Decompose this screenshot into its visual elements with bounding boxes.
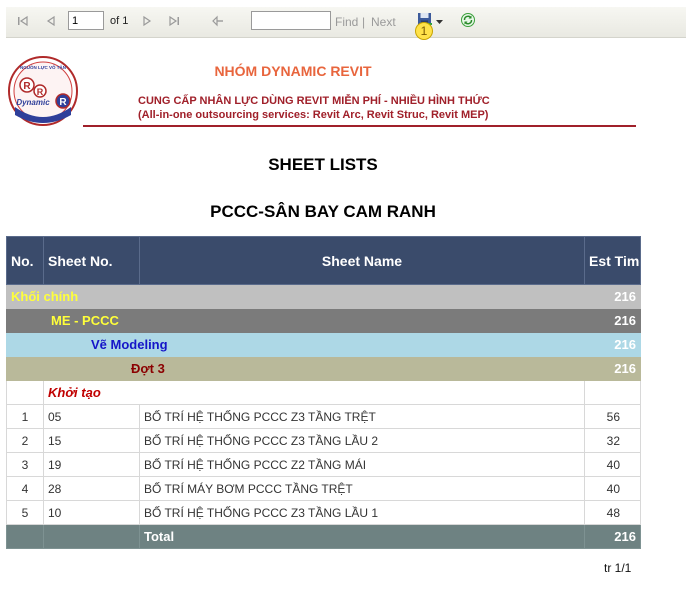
company-name: NHÓM DYNAMIC REVIT bbox=[214, 63, 372, 79]
group-row-level2: ME - PCCC 216 bbox=[6, 308, 641, 333]
company-tagline: CUNG CẤP NHÂN LỰC DÙNG REVIT MIỄN PHÍ - … bbox=[138, 95, 490, 107]
group-total: 216 bbox=[584, 332, 641, 357]
cell-sheet-name: BỐ TRÍ MÁY BƠM PCCC TẦNG TRỆT bbox=[139, 476, 585, 501]
group-label: Khối chính bbox=[6, 284, 585, 309]
column-header-no: No. bbox=[6, 236, 44, 285]
report-title: SHEET LISTS bbox=[268, 155, 378, 174]
next-page-icon[interactable] bbox=[140, 14, 154, 28]
logo-letter-r2: R bbox=[37, 87, 44, 97]
group-label: Vẽ Modeling bbox=[6, 332, 585, 357]
column-header-sheet-no: Sheet No. bbox=[43, 236, 140, 285]
find-next-link[interactable]: Next bbox=[371, 15, 396, 29]
last-page-icon[interactable] bbox=[167, 14, 181, 28]
cell-est-time: 40 bbox=[584, 476, 641, 501]
cell-est-time: 48 bbox=[584, 500, 641, 525]
subgroup-row: Khởi tạo bbox=[6, 380, 641, 405]
total-value: 216 bbox=[584, 524, 641, 549]
table-header-row: No. Sheet No. Sheet Name Est Time bbox=[6, 236, 641, 285]
cell-est-time: 32 bbox=[584, 428, 641, 453]
cell-sheet-no: 05 bbox=[43, 404, 140, 429]
subgroup-label: Khởi tạo bbox=[43, 380, 585, 405]
total-label: Total bbox=[139, 524, 585, 549]
find-input[interactable] bbox=[251, 11, 331, 30]
page-number-input[interactable] bbox=[68, 11, 104, 30]
group-row-level3: Vẽ Modeling 216 bbox=[6, 332, 641, 357]
previous-page-icon[interactable] bbox=[44, 14, 58, 28]
table-row: 1 05 BỐ TRÍ HỆ THỐNG PCCC Z3 TẦNG TRỆT 5… bbox=[6, 404, 641, 429]
logo-slogan-text: NGUỒN LỰC VÔ TẬN bbox=[20, 63, 66, 70]
cell-no: 4 bbox=[6, 476, 44, 501]
toolbar-separator: | bbox=[362, 15, 366, 29]
group-label: ME - PCCC bbox=[6, 308, 585, 333]
project-title: PCCC-SÂN BAY CAM RANH bbox=[210, 202, 436, 221]
cell-sheet-no: 10 bbox=[43, 500, 140, 525]
sheet-list-table: No. Sheet No. Sheet Name Est Time Khối c… bbox=[6, 236, 641, 549]
group-label: Đợt 3 bbox=[6, 356, 585, 381]
group-total: 216 bbox=[584, 284, 641, 309]
cell-est-time: 40 bbox=[584, 452, 641, 477]
logo-letter-r3: R bbox=[59, 97, 67, 108]
group-row-level1: Khối chính 216 bbox=[6, 284, 641, 309]
group-total: 216 bbox=[584, 356, 641, 381]
total-row: Total 216 bbox=[6, 524, 641, 549]
table-row: 4 28 BỐ TRÍ MÁY BƠM PCCC TẦNG TRỆT 40 bbox=[6, 476, 641, 501]
cell-sheet-no: 19 bbox=[43, 452, 140, 477]
cell-est-time: 56 bbox=[584, 404, 641, 429]
first-page-icon[interactable] bbox=[16, 14, 30, 28]
header-divider bbox=[83, 125, 636, 127]
cell-sheet-no: 15 bbox=[43, 428, 140, 453]
logo-brand-text: Dynamic bbox=[16, 98, 50, 107]
table-row: 5 10 BỐ TRÍ HỆ THỐNG PCCC Z3 TẦNG LẦU 1 … bbox=[6, 500, 641, 525]
cell-sheet-name: BỐ TRÍ HỆ THỐNG PCCC Z2 TẦNG MÁI bbox=[139, 452, 585, 477]
group-row-level4: Đợt 3 216 bbox=[6, 356, 641, 381]
find-link[interactable]: Find bbox=[335, 15, 358, 29]
company-services: (All-in-one outsourcing services: Revit … bbox=[138, 109, 489, 121]
logo-letter-r1: R bbox=[23, 81, 31, 92]
cell-no: 3 bbox=[6, 452, 44, 477]
step-number-badge: 1 bbox=[415, 22, 433, 40]
cell-no: 1 bbox=[6, 404, 44, 429]
column-header-est-time: Est Time bbox=[584, 236, 641, 285]
cell-no: 2 bbox=[6, 428, 44, 453]
column-header-sheet-name: Sheet Name bbox=[139, 236, 585, 285]
dropdown-arrow-icon[interactable] bbox=[435, 14, 444, 28]
company-logo: R R R Dynamic NGUỒN LỰC VÔ TẬN bbox=[7, 55, 79, 127]
back-icon[interactable] bbox=[211, 14, 225, 28]
group-total: 216 bbox=[584, 308, 641, 333]
cell-sheet-name: BỐ TRÍ HỆ THỐNG PCCC Z3 TẦNG TRỆT bbox=[139, 404, 585, 429]
report-toolbar: of 1 Find | Next bbox=[6, 7, 686, 38]
table-row: 3 19 BỐ TRÍ HỆ THỐNG PCCC Z2 TẦNG MÁI 40 bbox=[6, 452, 641, 477]
refresh-icon[interactable] bbox=[460, 12, 476, 28]
page-count-text: of 1 bbox=[110, 15, 129, 27]
page-indicator: tr 1/1 bbox=[604, 561, 632, 575]
cell-sheet-name: BỐ TRÍ HỆ THỐNG PCCC Z3 TẦNG LẦU 1 bbox=[139, 500, 585, 525]
cell-no: 5 bbox=[6, 500, 44, 525]
cell-sheet-name: BỐ TRÍ HỆ THỐNG PCCC Z3 TẦNG LẦU 2 bbox=[139, 428, 585, 453]
cell-sheet-no: 28 bbox=[43, 476, 140, 501]
table-row: 2 15 BỐ TRÍ HỆ THỐNG PCCC Z3 TẦNG LẦU 2 … bbox=[6, 428, 641, 453]
